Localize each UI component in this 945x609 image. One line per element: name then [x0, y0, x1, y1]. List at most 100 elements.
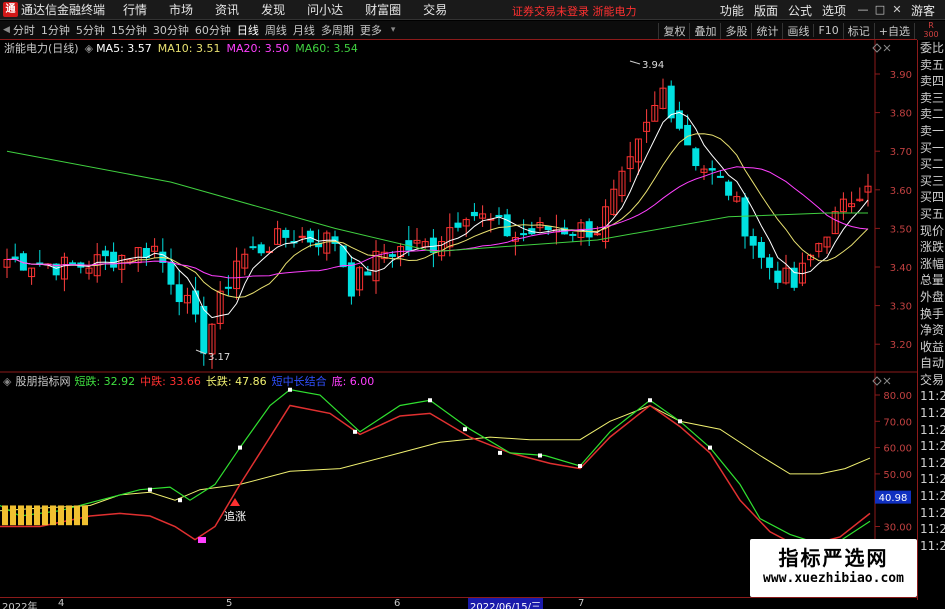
side-panel-item[interactable]: 11:2: [918, 505, 945, 522]
close-pane-icon[interactable]: [883, 44, 891, 52]
combined-label: 短中长结合: [271, 375, 327, 388]
close-pane-icon[interactable]: [883, 377, 891, 385]
watermark-title: 指标严选网: [778, 546, 889, 570]
candle-body: [757, 242, 765, 258]
side-top-badge: R 300: [917, 21, 945, 40]
moving-average-lines: [6, 111, 869, 319]
chart-area[interactable]: 3.90 3.80 3.70 3.60 3.50 3.40 3.30 3.20 80.00 70…: [0, 0, 917, 597]
candle-body: [503, 214, 511, 237]
bottom-signal-bar: [18, 505, 24, 526]
side-panel-item[interactable]: 总量: [918, 272, 945, 289]
candle-body: [388, 254, 396, 257]
candle-body: [347, 262, 355, 297]
candle-body: [593, 233, 601, 236]
side-panel-item[interactable]: 卖四: [918, 73, 945, 90]
ma10-label: MA10: 3.51: [157, 41, 221, 55]
bottom-signal-bar: [50, 505, 56, 526]
indicator-title[interactable]: 股朋指标网: [15, 373, 70, 389]
side-panel-item[interactable]: 自动: [918, 355, 945, 372]
signal-marker: [463, 427, 467, 432]
signal-marker: [678, 419, 682, 424]
side-panel-item[interactable]: 卖三: [918, 90, 945, 107]
side-panel-item[interactable]: 买三: [918, 173, 945, 190]
side-panel-item[interactable]: 买二: [918, 156, 945, 173]
candle-body: [708, 168, 716, 171]
candle-body: [749, 236, 757, 246]
side-panel-item[interactable]: 卖一: [918, 123, 945, 140]
bottom-signal-bar: [42, 505, 48, 526]
candle-body: [257, 244, 265, 254]
signal-marker: [708, 445, 712, 450]
side-panel-item[interactable]: 11:2: [918, 405, 945, 422]
ma5-line: [6, 111, 869, 319]
price-tick-label: 3.90: [890, 70, 912, 81]
date-axis: 2022年 4 5 6 2022/06/15/三 7: [0, 597, 917, 609]
candle-body: [520, 233, 528, 236]
indicator-axis: 80.00 70.00 60.00 50.00 30.00 40.98: [875, 391, 912, 534]
signal-marker: [178, 498, 182, 503]
price-tick-label: 3.80: [890, 109, 912, 120]
side-panel-item[interactable]: 11:2: [918, 488, 945, 505]
candle-body: [544, 225, 552, 231]
side-panel-item[interactable]: 涨跌: [918, 239, 945, 256]
candle-body: [192, 290, 200, 315]
candle-body: [200, 305, 208, 354]
ma20-line: [6, 166, 869, 279]
side-panel-item[interactable]: 卖五: [918, 57, 945, 74]
indicator-tick-label: 60.00: [883, 444, 912, 455]
candle-body: [454, 222, 462, 228]
price-tick-label: 3.70: [890, 147, 912, 158]
signal-marker: [648, 398, 652, 403]
ma60-label: MA60: 3.54: [295, 41, 358, 55]
side-panel-item[interactable]: 交易: [918, 372, 945, 389]
side-panel-item[interactable]: 买一: [918, 140, 945, 157]
chart-annotations: 3.94 3.17 追涨: [195, 60, 664, 544]
indicator-tick-label: 70.00: [883, 417, 912, 428]
side-panel-item[interactable]: 净资: [918, 322, 945, 339]
side-panel-item[interactable]: 11:2: [918, 538, 945, 555]
side-panel-item[interactable]: 买四: [918, 189, 945, 206]
candle-body: [101, 250, 109, 257]
candle-body: [692, 148, 700, 167]
high-pointer: [629, 60, 641, 65]
side-panel-item[interactable]: 11:2: [918, 422, 945, 439]
lock-icon[interactable]: ◈: [3, 375, 11, 388]
diamond-toggle-icon[interactable]: [872, 376, 882, 386]
long-line: [0, 404, 871, 512]
diamond-toggle-icon[interactable]: [872, 43, 882, 53]
price-tick-label: 3.50: [890, 224, 912, 235]
long-drop-label: 长跌: 47.86: [205, 375, 267, 388]
side-panel-item[interactable]: 11:2: [918, 388, 945, 405]
price-tick-label: 3.60: [890, 186, 912, 197]
ma5-label: MA5: 3.57: [96, 41, 152, 55]
chase-rise-label: 追涨: [224, 509, 246, 523]
candle-body: [224, 286, 232, 289]
quote-side-panel: 委比 卖五 卖四 卖三 卖二 卖一 买一 买二 买三 买四 买五 现价 涨跌 涨幅 总量 外盘 换手 净资 收益 自动…: [917, 40, 945, 600]
side-panel-item[interactable]: 11:2: [918, 438, 945, 455]
lock-icon[interactable]: ◈: [85, 42, 93, 55]
watermark-url: www.xuezhibiao.com: [763, 571, 904, 586]
indicator-tick-label: 50.00: [883, 470, 912, 481]
side-panel-item[interactable]: 外盘: [918, 289, 945, 306]
price-axis: 3.90 3.80 3.70 3.60 3.50 3.40 3.30 3.20: [890, 70, 912, 351]
bottom-signal-bar: [2, 505, 8, 526]
side-panel-item[interactable]: 买五: [918, 206, 945, 223]
candle-body: [470, 211, 478, 217]
side-panel-item[interactable]: 涨幅: [918, 256, 945, 273]
signal-marker: [428, 398, 432, 403]
signal-marker: [498, 450, 502, 455]
date-selected: 2022/06/15/三: [468, 598, 544, 609]
side-panel-item[interactable]: 委比: [918, 40, 945, 57]
side-panel-item[interactable]: 11:2: [918, 455, 945, 472]
side-panel-item[interactable]: 11:2: [918, 521, 945, 538]
candle-body: [725, 181, 733, 196]
side-panel-item[interactable]: 现价: [918, 223, 945, 240]
side-panel-item[interactable]: 卖二: [918, 106, 945, 123]
candle-body: [766, 257, 774, 268]
side-panel-item[interactable]: 换手: [918, 306, 945, 323]
signal-marker: [148, 487, 152, 492]
ma10-line: [6, 133, 869, 299]
candle-body: [495, 214, 503, 218]
side-panel-item[interactable]: 收益: [918, 339, 945, 356]
side-panel-item[interactable]: 11:2: [918, 471, 945, 488]
